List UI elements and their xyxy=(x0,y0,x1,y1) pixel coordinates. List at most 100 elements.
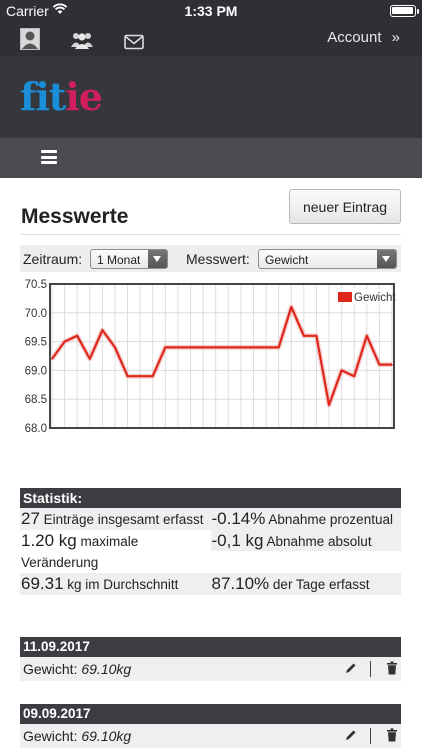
entry-value: 69.10kg xyxy=(81,661,132,677)
chevron-down-icon xyxy=(377,250,396,268)
data-point xyxy=(240,346,242,349)
entry-date: 11.09.2017 xyxy=(20,637,401,657)
y-tick-label: 69.5 xyxy=(25,337,47,349)
stat-value: 1.20 kg xyxy=(21,531,77,550)
entry-label: Gewicht: xyxy=(23,661,82,677)
pencil-icon[interactable] xyxy=(345,729,357,741)
stat-value: 69.31 xyxy=(21,574,64,593)
plot-area xyxy=(50,284,394,428)
clock: 1:33 PM xyxy=(184,3,238,19)
data-point xyxy=(391,363,393,366)
data-point xyxy=(265,346,267,349)
brand-bar: fitie xyxy=(0,56,422,138)
measure-label: Messwert: xyxy=(186,251,250,267)
data-point xyxy=(189,346,192,349)
entry-body: Gewicht: 69.10kg xyxy=(20,724,401,748)
account-label: Account xyxy=(327,29,382,46)
y-tick-label: 68.5 xyxy=(25,394,47,406)
data-point xyxy=(63,340,66,343)
data-point xyxy=(353,375,356,377)
entry-card: 09.09.2017 Gewicht: 69.10kg xyxy=(20,704,401,748)
stat-max-change: 1.20 kg maximale Veränderung xyxy=(20,530,211,573)
data-point xyxy=(277,346,280,349)
period-select[interactable]: 1 Monat xyxy=(90,249,168,269)
stat-text: Abnahme prozentual xyxy=(265,512,393,527)
top-bar: Account » xyxy=(0,22,422,56)
pencil-icon[interactable] xyxy=(345,662,357,674)
battery-icon xyxy=(390,5,419,17)
stat-text: Einträge insgesamt erfasst xyxy=(39,512,204,527)
y-tick-label: 69.0 xyxy=(25,365,47,377)
account-link[interactable]: Account » xyxy=(327,29,400,46)
weight-chart: 70.5 70.0 69.5 69.0 68.5 68.0 Gewicht xyxy=(25,279,397,435)
data-point xyxy=(101,329,104,331)
stats-row: 69.31 kg im Durchschnitt 87.10% der Tage… xyxy=(20,573,401,595)
stat-absolute-change: -0,1 kg Abnahme absolut xyxy=(210,530,401,551)
measure-select-value: Gewicht xyxy=(265,253,309,267)
data-point xyxy=(315,335,318,337)
period-label: Zeitraum: xyxy=(23,251,83,267)
logo-part-ie: ie xyxy=(65,74,103,119)
legend-label: Gewicht xyxy=(354,292,396,304)
chevron-right-icon: » xyxy=(391,29,400,46)
divider xyxy=(20,234,401,235)
data-point xyxy=(252,346,255,349)
stat-average: 69.31 kg im Durchschnitt xyxy=(20,573,211,595)
data-point xyxy=(51,358,53,360)
data-point xyxy=(151,375,154,377)
data-point xyxy=(378,363,381,366)
entry-body: Gewicht: 69.10kg xyxy=(20,657,401,681)
nav-bar xyxy=(0,138,422,178)
page-title: Messwerte xyxy=(21,205,129,228)
data-point xyxy=(214,346,217,349)
data-point xyxy=(303,335,305,337)
entry-card: 11.09.2017 Gewicht: 69.10kg xyxy=(20,637,401,681)
stat-value: 87.10% xyxy=(211,574,270,593)
stat-text: Abnahme absolut xyxy=(263,534,372,549)
data-point xyxy=(76,335,78,337)
data-point xyxy=(328,404,330,406)
action-divider xyxy=(370,728,371,744)
period-select-value: 1 Monat xyxy=(97,253,141,267)
data-point xyxy=(139,375,141,377)
entry-label: Gewicht: xyxy=(23,728,82,744)
hamburger-icon[interactable] xyxy=(41,150,57,164)
stat-percent-change: -0.14% Abnahme prozentual xyxy=(210,508,401,530)
y-tick-label: 68.0 xyxy=(25,423,47,435)
stat-entries-total: 27 Einträge insgesamt erfasst xyxy=(20,508,211,530)
y-tick-label: 70.5 xyxy=(25,279,47,291)
y-tick-label: 70.0 xyxy=(25,308,47,320)
trash-icon[interactable] xyxy=(386,728,398,742)
entry-date: 09.09.2017 xyxy=(20,704,401,724)
entry-value: 69.10kg xyxy=(81,728,132,744)
data-point xyxy=(114,346,116,349)
stat-value: 27 xyxy=(21,509,40,528)
data-point xyxy=(366,335,368,337)
measure-select[interactable]: Gewicht xyxy=(258,249,397,269)
filter-bar: Zeitraum: 1 Monat Messwert: Gewicht xyxy=(20,245,401,272)
stats-row: 1.20 kg maximale Veränderung -0,1 kg Abn… xyxy=(20,530,401,573)
data-point xyxy=(88,358,91,360)
legend-swatch xyxy=(338,292,352,302)
data-point xyxy=(164,346,167,349)
stat-text: kg im Durchschnitt xyxy=(63,577,179,592)
mail-icon[interactable] xyxy=(124,31,144,53)
stat-value: -0.14% xyxy=(211,509,266,528)
stats-row: 27 Einträge insgesamt erfasst -0.14% Abn… xyxy=(20,508,401,530)
new-entry-button[interactable]: neuer Eintrag xyxy=(289,189,401,224)
user-icon[interactable] xyxy=(20,28,40,50)
data-point xyxy=(126,375,129,377)
data-point xyxy=(227,346,230,349)
chevron-down-icon xyxy=(148,250,167,268)
trash-icon[interactable] xyxy=(386,661,398,675)
logo-part-fit: fit xyxy=(20,74,66,119)
data-point xyxy=(202,346,204,349)
status-bar: Carrier 1:33 PM xyxy=(0,0,422,22)
stat-text: der Tage erfasst xyxy=(269,577,370,592)
stat-days-recorded: 87.10% der Tage erfasst xyxy=(210,573,401,595)
statistics-table: Statistik: 27 Einträge insgesamt erfasst… xyxy=(20,488,401,595)
stat-value: -0,1 kg xyxy=(211,531,264,550)
data-point xyxy=(340,369,343,372)
group-icon[interactable] xyxy=(70,29,94,51)
data-point xyxy=(290,306,293,308)
